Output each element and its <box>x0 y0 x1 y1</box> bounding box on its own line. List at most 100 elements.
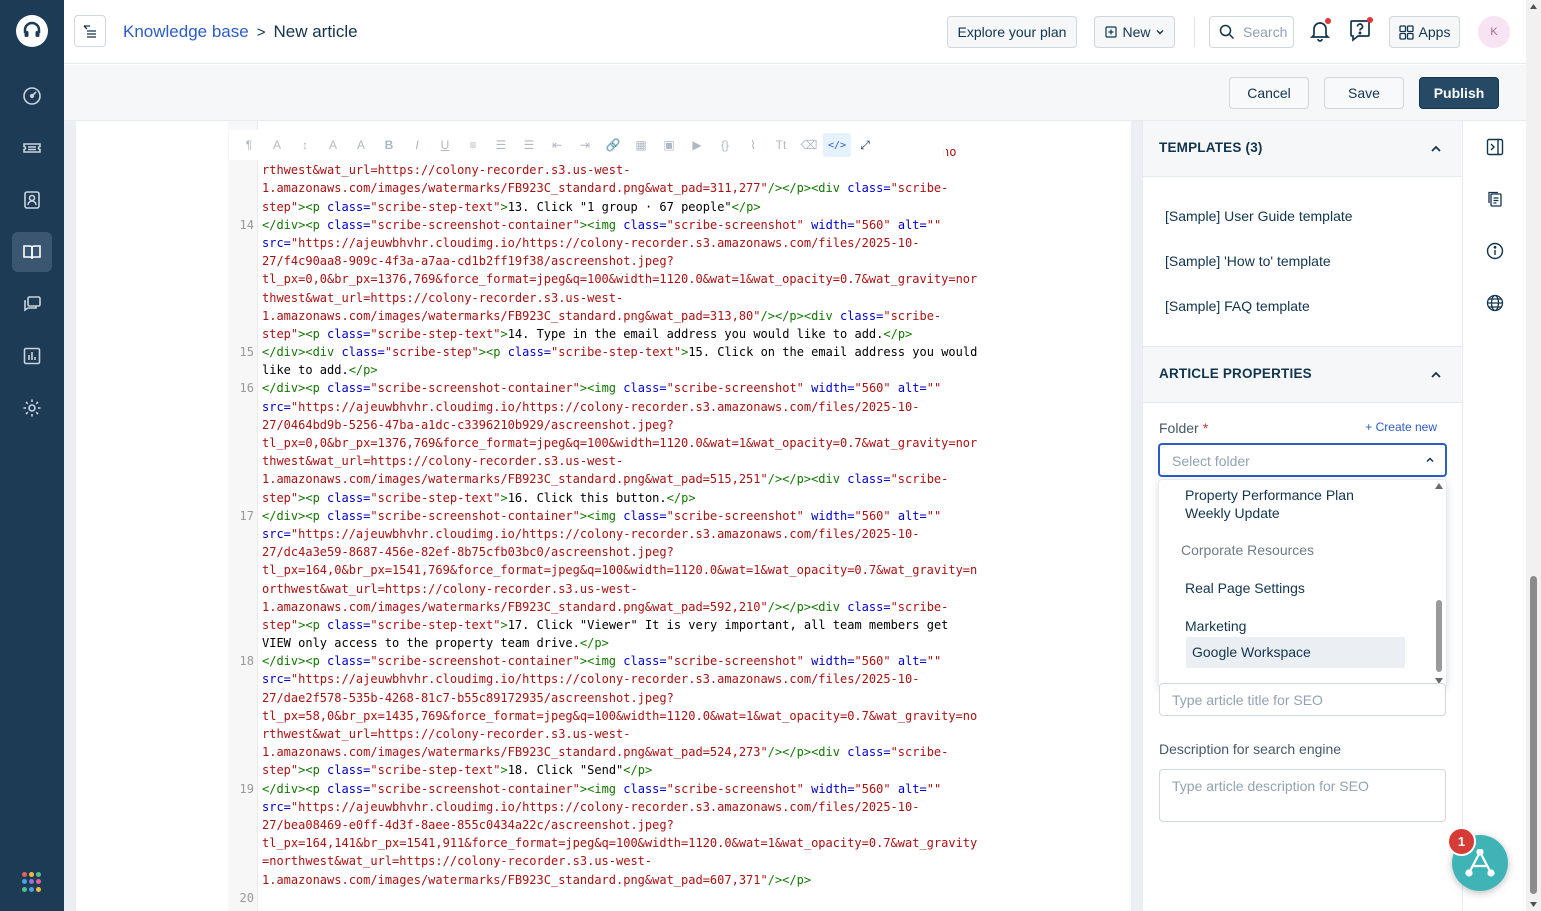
code-line: tl_px=164,141&br_px=1541,911&force_forma… <box>228 834 978 852</box>
chevron-up-icon[interactable] <box>1430 369 1442 381</box>
code-text: src="https://ajeuwbhvhr.cloudimg.io/http… <box>262 525 919 543</box>
cancel-button[interactable]: Cancel <box>1229 77 1309 109</box>
dropdown-group-corporate-resources: Corporate Resources <box>1181 542 1315 558</box>
paragraph-format-icon[interactable]: ¶ <box>235 133 263 157</box>
fullscreen-icon[interactable]: ⤢ <box>851 133 879 157</box>
new-dropdown-button[interactable]: New <box>1094 16 1175 48</box>
scroll-up-arrow-icon[interactable] <box>1435 483 1443 489</box>
table-icon[interactable]: ▦ <box>627 133 655 157</box>
scroll-down-arrow-icon[interactable] <box>1530 902 1537 907</box>
indent-icon[interactable]: ⇥ <box>571 133 599 157</box>
code-block-icon[interactable]: {} <box>711 133 739 157</box>
code-token: ><img <box>579 381 617 396</box>
code-token: class= <box>623 217 667 232</box>
video-icon[interactable]: ▶ <box>683 133 711 157</box>
attachment-icon[interactable]: ⌇ <box>739 133 767 157</box>
font-color-icon[interactable]: A <box>319 133 347 157</box>
publish-button[interactable]: Publish <box>1419 77 1499 109</box>
app-switcher-icon[interactable] <box>22 872 42 892</box>
globe-language-icon[interactable] <box>1485 293 1505 313</box>
template-item-faq[interactable]: [Sample] FAQ template <box>1165 298 1310 314</box>
nav-reports-icon[interactable] <box>12 336 52 376</box>
italic-icon[interactable]: I <box>403 133 431 157</box>
notifications-bell-icon[interactable] <box>1309 18 1333 43</box>
clear-format-icon[interactable]: ⌫ <box>795 133 823 157</box>
user-avatar[interactable]: K <box>1478 16 1510 48</box>
templates-section-header[interactable]: TEMPLATES (3) <box>1143 120 1462 177</box>
freshdesk-logo-icon[interactable] <box>16 15 48 47</box>
code-text: </div><p class="scribe-screenshot-contai… <box>262 507 941 525</box>
help-icon[interactable] <box>1348 17 1374 44</box>
copy-document-icon[interactable] <box>1485 189 1505 209</box>
background-color-icon[interactable]: A <box>347 133 375 157</box>
code-token: ><img <box>579 508 617 523</box>
folder-select[interactable]: Select folder <box>1158 443 1447 477</box>
code-token: class= <box>327 508 371 523</box>
scroll-up-arrow-icon[interactable] <box>1530 4 1537 9</box>
collapse-panel-icon[interactable] <box>1485 137 1505 157</box>
code-line: step"><p class="scribe-step-text">16. Cl… <box>228 489 978 507</box>
outdent-icon[interactable]: ⇤ <box>543 133 571 157</box>
text-color-icon[interactable]: A <box>263 133 291 157</box>
dropdown-item-property-performance-plan[interactable]: Property Performance Plan Weekly Update <box>1185 486 1405 522</box>
code-token: VIEW only access to the property team dr… <box>262 636 580 651</box>
template-item-how-to[interactable]: [Sample] 'How to' template <box>1165 253 1331 269</box>
sidebar-toggle-button[interactable] <box>74 15 106 47</box>
code-token: width= <box>811 654 855 669</box>
line-number: 16 <box>239 381 254 396</box>
code-token: "scribe-screenshot-container" <box>370 508 580 523</box>
page-scrollbar-thumb[interactable] <box>1530 576 1537 894</box>
dropdown-item-marketing[interactable]: Marketing <box>1185 617 1405 635</box>
code-text: =northwest&wat_url=https://colony-record… <box>262 852 652 870</box>
unordered-list-icon[interactable]: ☰ <box>515 133 543 157</box>
search-button[interactable]: Search <box>1209 16 1294 48</box>
nav-dashboard-icon[interactable] <box>12 76 52 116</box>
nav-tickets-icon[interactable] <box>12 128 52 168</box>
create-new-folder-link[interactable]: + Create new <box>1365 420 1437 434</box>
html-code-editor[interactable]: no rthwest&wat_url=https://colony-recorde… <box>228 143 978 907</box>
seo-description-textarea[interactable]: Type article description for SEO <box>1159 769 1446 822</box>
page-scrollbar[interactable] <box>1526 0 1541 911</box>
template-item-user-guide[interactable]: [Sample] User Guide template <box>1165 208 1353 224</box>
code-token: </p> <box>348 363 378 378</box>
article-properties-header[interactable]: ARTICLE PROPERTIES <box>1143 346 1462 403</box>
tag-icon[interactable]: Tt <box>767 133 795 157</box>
code-token: class= <box>327 490 371 505</box>
code-token: "scribe- <box>890 745 949 760</box>
code-line: step"><p class="scribe-step-text">14. Ty… <box>228 325 978 343</box>
code-token: class= <box>327 763 371 778</box>
align-icon[interactable]: ≡ <box>459 133 487 157</box>
nav-admin-settings-icon[interactable] <box>12 388 52 428</box>
code-token: </p> <box>731 199 761 214</box>
code-line: tl_px=58,0&br_px=1435,769&force_format=j… <box>228 707 978 725</box>
dropdown-item-google-workspace[interactable]: Google Workspace <box>1186 637 1405 668</box>
ordered-list-icon[interactable]: ☰ <box>487 133 515 157</box>
chevron-up-icon[interactable] <box>1430 143 1442 155</box>
code-token: /></p><div <box>760 308 833 323</box>
nav-solutions-icon[interactable] <box>12 232 52 272</box>
dropdown-item-real-page-settings[interactable]: Real Page Settings <box>1185 579 1405 597</box>
underline-icon[interactable]: U <box>431 133 459 157</box>
list-filter-icon <box>83 25 96 38</box>
line-height-icon[interactable]: ↕ <box>291 133 319 157</box>
code-token: ><p <box>298 490 320 505</box>
apps-button[interactable]: Apps <box>1389 16 1460 48</box>
image-icon[interactable]: ▣ <box>655 133 683 157</box>
nav-conversations-icon[interactable] <box>12 284 52 324</box>
code-token: class= <box>847 599 891 614</box>
info-icon[interactable] <box>1485 241 1505 261</box>
code-view-icon[interactable]: </> <box>823 133 851 157</box>
nav-contacts-icon[interactable] <box>12 180 52 220</box>
explore-plan-button[interactable]: Explore your plan <box>947 16 1077 48</box>
bold-icon[interactable]: B <box>375 133 403 157</box>
dropdown-scrollbar-thumb[interactable] <box>1436 600 1442 672</box>
breadcrumb-knowledge-base-link[interactable]: Knowledge base <box>123 22 249 42</box>
code-text: </div><p class="scribe-screenshot-contai… <box>262 379 941 397</box>
code-token: "scribe- <box>890 599 949 614</box>
save-button[interactable]: Save <box>1324 77 1404 109</box>
seo-title-input[interactable]: Type article title for SEO <box>1159 683 1446 716</box>
link-icon[interactable]: 🔗 <box>599 133 627 157</box>
code-text: tl_px=0,0&br_px=1376,769&force_format=jp… <box>262 434 977 452</box>
